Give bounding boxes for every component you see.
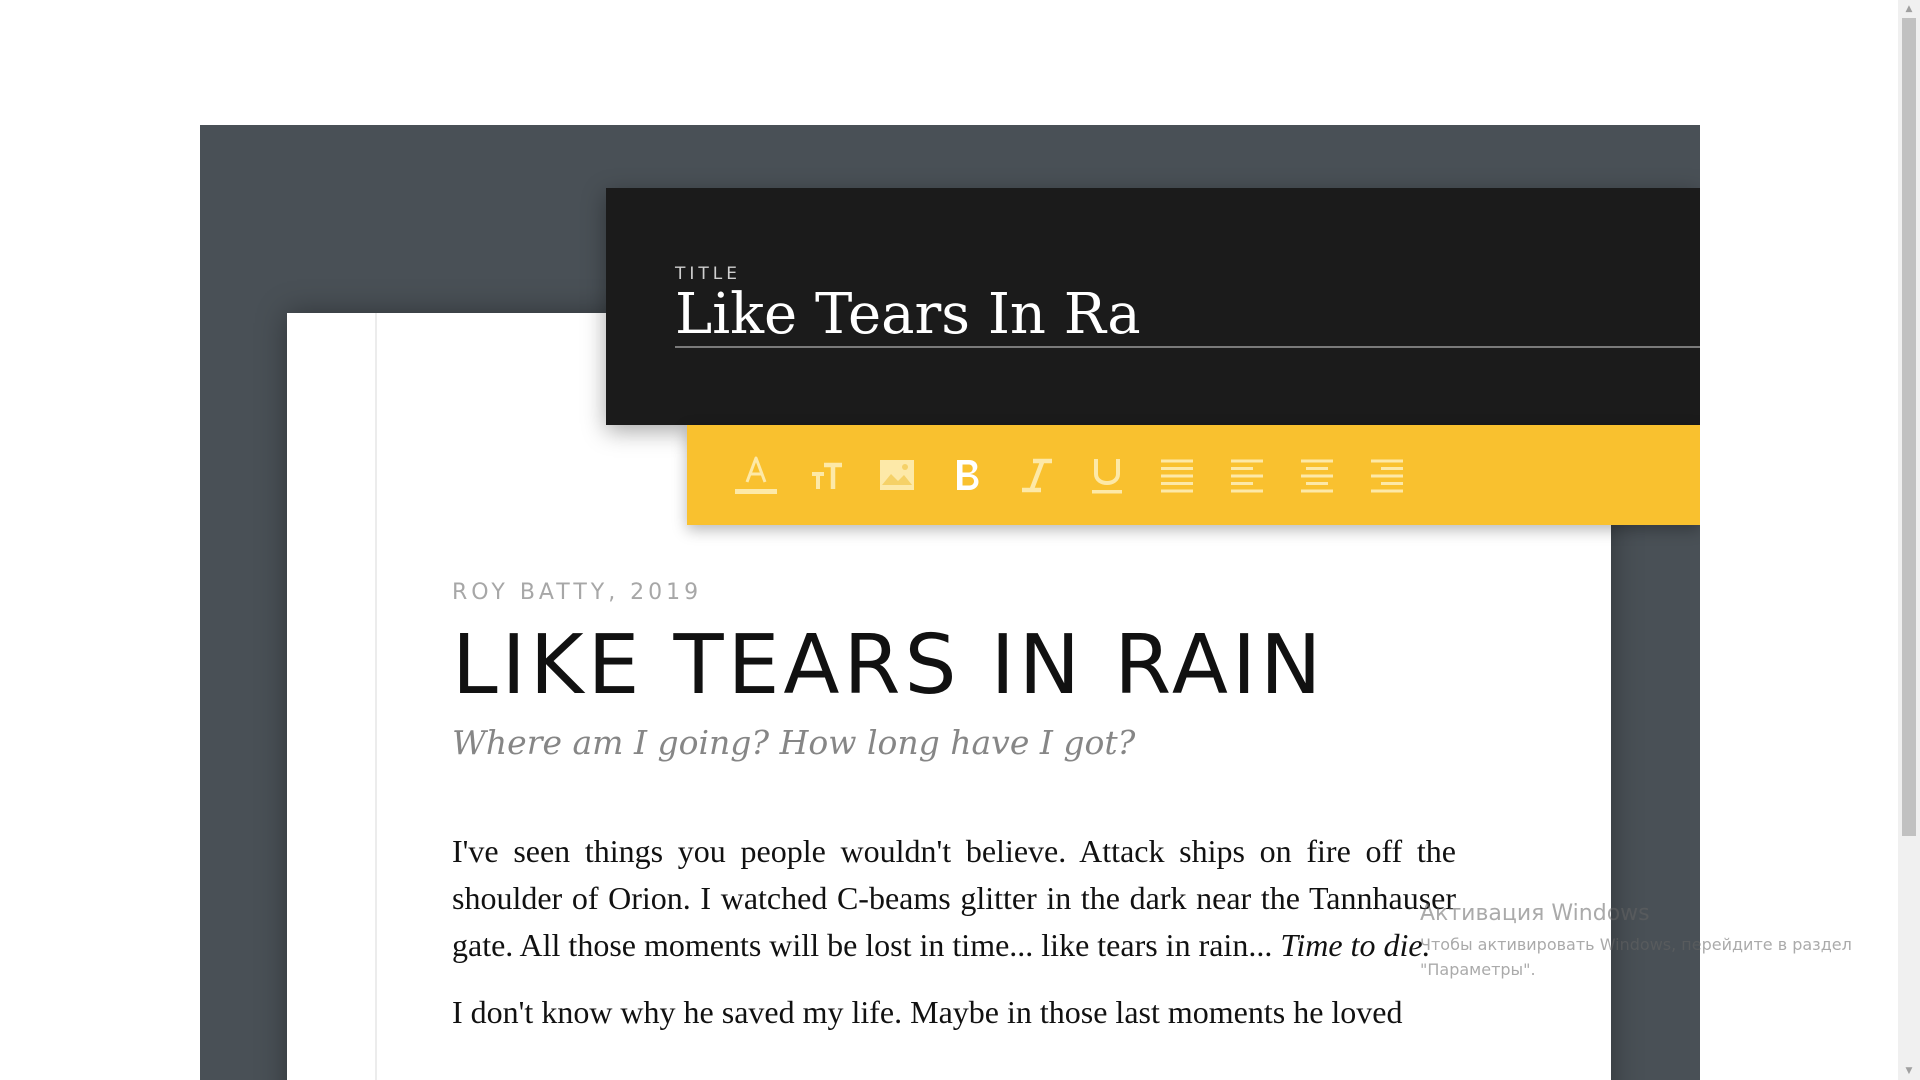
text-size-button[interactable] bbox=[803, 451, 851, 499]
italic-icon bbox=[1022, 458, 1052, 493]
align-left-icon bbox=[1231, 459, 1263, 493]
paragraph-italic-text: Time to die. bbox=[1280, 926, 1431, 963]
scrollbar-thumb[interactable] bbox=[1902, 18, 1916, 836]
align-right-button[interactable] bbox=[1363, 451, 1411, 499]
scroll-down-icon[interactable]: ▼ bbox=[1898, 1062, 1920, 1080]
align-left-button[interactable] bbox=[1223, 451, 1271, 499]
article-paragraph[interactable]: I've seen things you people wouldn't bel… bbox=[452, 828, 1456, 969]
paper-margin-line bbox=[375, 313, 377, 1080]
bold-button[interactable] bbox=[943, 451, 991, 499]
align-right-icon bbox=[1371, 459, 1403, 493]
text-color-icon bbox=[735, 456, 777, 494]
align-center-icon bbox=[1301, 459, 1333, 493]
article-subtitle: Where am I going? How long have I got? bbox=[452, 723, 1136, 763]
image-icon bbox=[880, 460, 914, 490]
text-size-icon bbox=[812, 462, 842, 489]
underline-button[interactable] bbox=[1083, 451, 1131, 499]
article-byline: ROY BATTY, 2019 bbox=[452, 580, 703, 605]
underline-icon bbox=[1092, 459, 1122, 494]
article-paragraph[interactable]: I don't know why he saved my life. Maybe… bbox=[452, 989, 1456, 1036]
italic-button[interactable] bbox=[1013, 451, 1061, 499]
formatting-toolbar bbox=[687, 425, 1700, 525]
align-justify-button[interactable] bbox=[1153, 451, 1201, 499]
article-content: ROY BATTY, 2019 LIKE TEARS IN RAIN Where… bbox=[452, 580, 1456, 1036]
title-input[interactable] bbox=[675, 284, 1700, 348]
insert-image-button[interactable] bbox=[873, 451, 921, 499]
align-justify-icon bbox=[1161, 459, 1193, 493]
page-scrollbar[interactable]: ▲ ▼ bbox=[1898, 0, 1920, 1080]
text-color-button[interactable] bbox=[732, 451, 780, 499]
title-panel: TITLE bbox=[606, 188, 1700, 425]
align-center-button[interactable] bbox=[1293, 451, 1341, 499]
article-headline: LIKE TEARS IN RAIN bbox=[452, 618, 1326, 713]
bold-icon bbox=[957, 460, 979, 490]
scroll-up-icon[interactable]: ▲ bbox=[1898, 0, 1920, 18]
title-field-label: TITLE bbox=[675, 264, 741, 284]
